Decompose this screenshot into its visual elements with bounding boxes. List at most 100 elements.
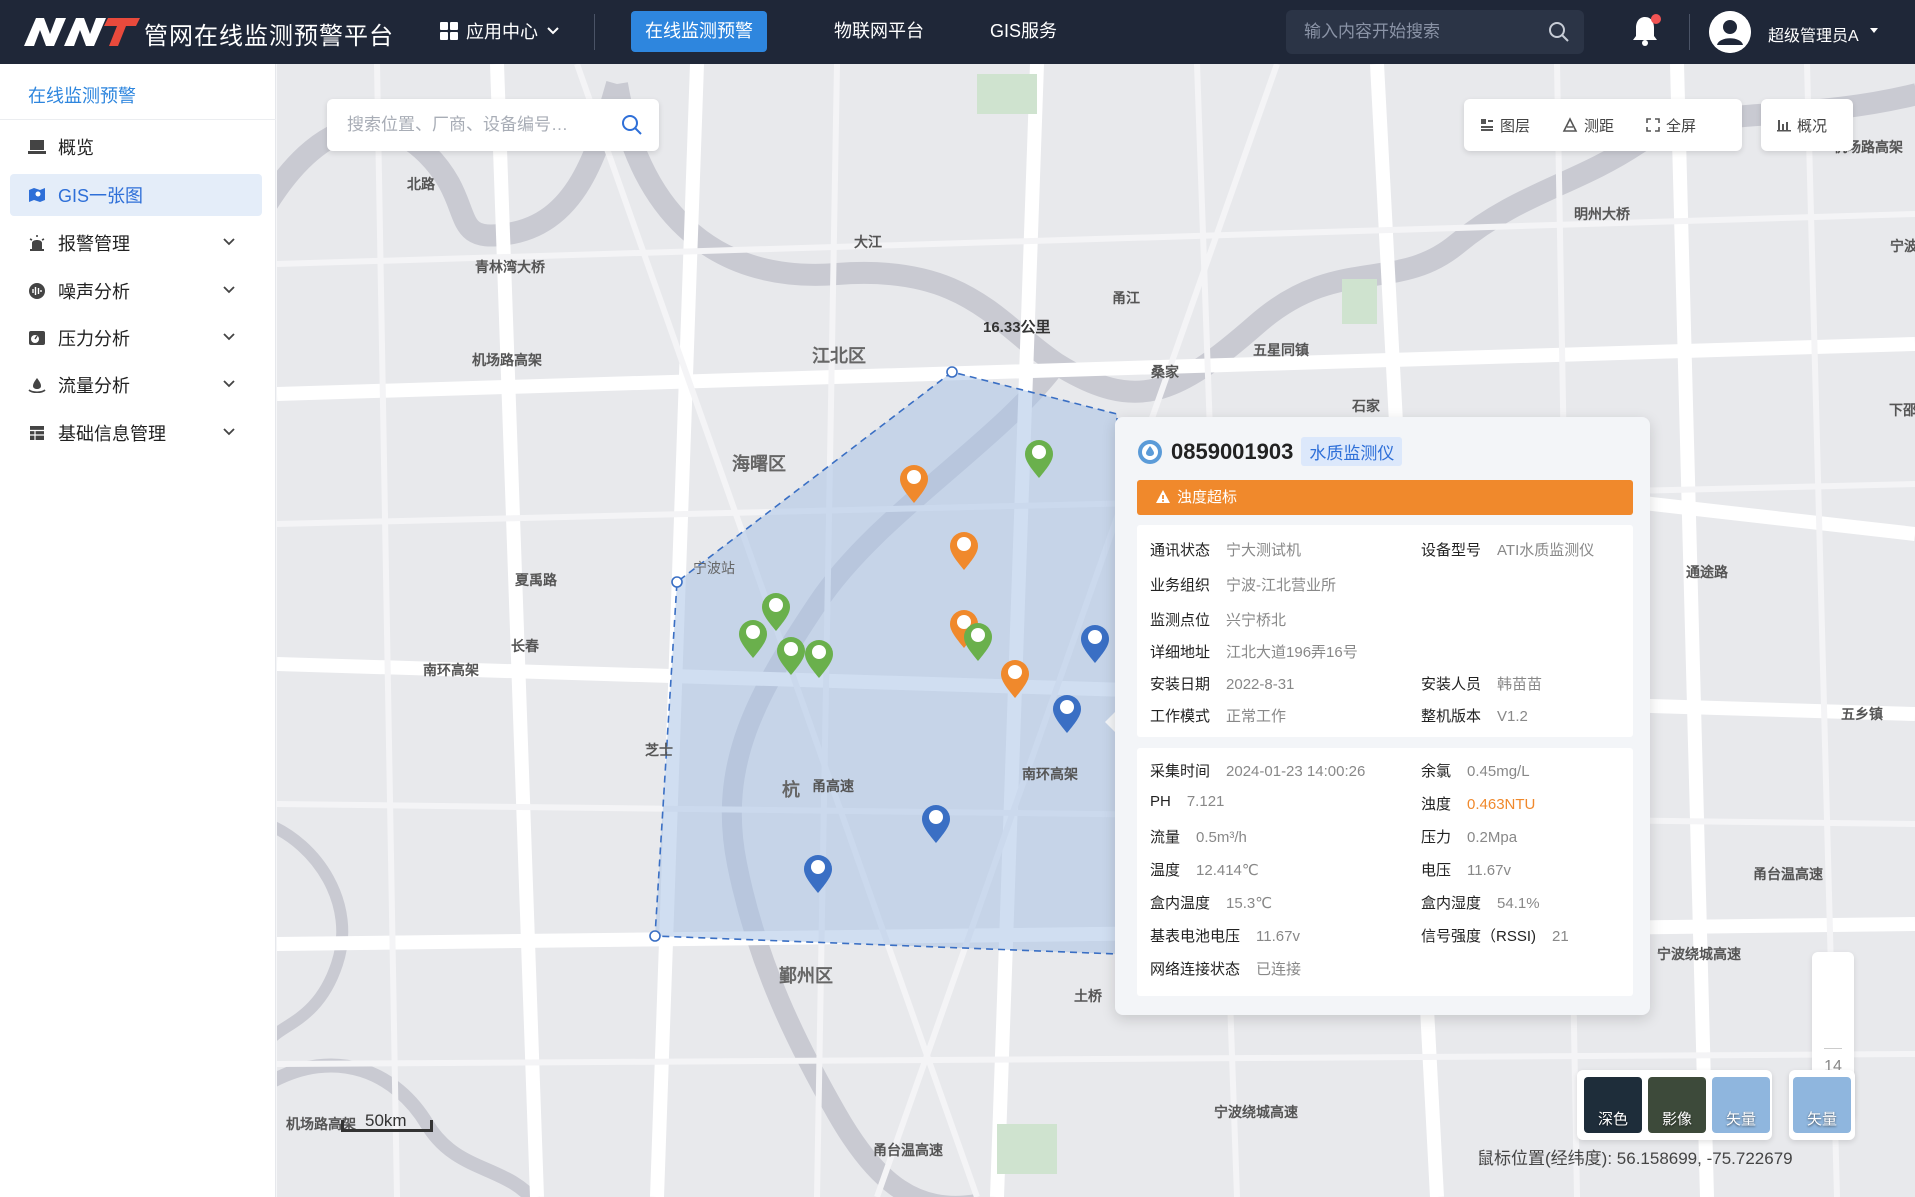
marker-green[interactable]: [1025, 440, 1053, 478]
map-search: [327, 99, 659, 151]
zoom-in-button[interactable]: [1824, 1048, 1842, 1049]
overview-button[interactable]: 概况: [1761, 99, 1843, 151]
reading-pressure: 压力 0.2Mpa: [1421, 829, 1518, 846]
measure-button[interactable]: 测距: [1546, 99, 1630, 151]
reading-time: 采集时间 2024-01-23 14:00:26: [1150, 763, 1366, 780]
popup-header: 0859001903 水质监测仪: [1137, 437, 1403, 466]
avatar[interactable]: [1709, 11, 1751, 53]
alarm-text: 浊度超标: [1177, 489, 1238, 506]
global-search: [1286, 10, 1584, 54]
marker-green[interactable]: [739, 620, 767, 658]
layers-label: 图层: [1500, 117, 1531, 135]
reading-turbidity: 浊度 0.463NTU: [1421, 796, 1536, 813]
marker-blue[interactable]: [1053, 695, 1081, 733]
reading-box-temperature: 盒内温度 15.3℃: [1150, 895, 1273, 912]
chevron-down-icon: [223, 286, 235, 294]
reading-voltage: 电压 11.67v: [1421, 862, 1511, 879]
search-icon[interactable]: [1548, 21, 1570, 43]
reading-network-status: 网络连接状态 已连接: [1150, 961, 1302, 978]
sidebar-item-pressure[interactable]: 压力分析: [10, 317, 262, 359]
search-icon[interactable]: [621, 114, 643, 136]
coords-value: 56.158699, -75.722679: [1616, 1149, 1793, 1168]
flow-icon: [28, 376, 46, 394]
reading-signal-strength: 信号强度（RSSI) 21: [1421, 928, 1569, 945]
map-canvas[interactable]: 16.33公里 青林湾大桥 机场路高架 江北区 海曙区 宁波站 夏禹路 长春 南…: [277, 64, 1915, 1197]
basemap-switcher: 深色 影像 矢量: [1577, 1070, 1772, 1140]
notification-badge: [1651, 14, 1661, 24]
marker-green[interactable]: [964, 623, 992, 661]
reading-battery-voltage: 基表电池电压 11.67v: [1150, 928, 1300, 945]
device-info-card: 通讯状态 宁大测试机 设备型号 ATI水质监测仪 业务组织 宁波-江北营业所 监测点位…: [1137, 525, 1633, 737]
tab-gis-service[interactable]: GIS服务: [976, 11, 1071, 52]
scale-bar: [341, 1120, 433, 1132]
sidebar-item-overview[interactable]: 概览: [10, 126, 262, 168]
info-monitor-point: 监测点位 兴宁桥北: [1150, 612, 1287, 629]
info-comm-status: 通讯状态 宁大测试机: [1150, 542, 1302, 559]
sidebar-item-basic-info[interactable]: 基础信息管理: [10, 412, 262, 454]
marker-blue[interactable]: [804, 855, 832, 893]
layers-button[interactable]: 图层: [1464, 99, 1546, 151]
marker-orange[interactable]: [950, 532, 978, 570]
basemap-active[interactable]: 矢量: [1793, 1077, 1851, 1133]
sidebar-item-label: 概览: [58, 138, 94, 158]
water-quality-icon: [1138, 439, 1162, 464]
user-name[interactable]: 超级管理员A: [1768, 22, 1859, 46]
marker-green[interactable]: [762, 593, 790, 631]
reading-ph: PH 7.121: [1150, 793, 1225, 810]
sidebar-item-label: 压力分析: [58, 329, 130, 349]
divider: [1689, 14, 1690, 50]
marker-green[interactable]: [805, 640, 833, 678]
info-work-mode: 工作模式 正常工作: [1150, 708, 1287, 725]
marker-orange[interactable]: [900, 465, 928, 503]
chevron-down-icon: [547, 27, 559, 35]
map-search-input[interactable]: [347, 99, 607, 151]
basemap-label: 矢量: [1806, 1111, 1837, 1128]
sidebar-item-alarm[interactable]: 报警管理: [10, 222, 262, 264]
device-info-popup: 0859001903 水质监测仪 浊度超标 通讯状态 宁大测试机 设备型号 ATI水…: [1115, 417, 1650, 1015]
overview-toolbar: 概况: [1761, 99, 1853, 151]
readings-card: 采集时间 2024-01-23 14:00:26 余氯 0.45mg/L PH 7.1…: [1137, 748, 1633, 996]
monitor-icon: [28, 138, 46, 156]
app-center-label: 应用中心: [466, 22, 538, 42]
table-icon: [28, 424, 46, 442]
marker-blue[interactable]: [922, 805, 950, 843]
chevron-down-icon: [223, 238, 235, 246]
info-address: 详细地址 江北大道196弄16号: [1150, 644, 1358, 661]
marker-orange[interactable]: [1001, 660, 1029, 698]
sidebar-item-gis-map[interactable]: GIS一张图: [10, 174, 262, 216]
basemap-label: 影像: [1661, 1111, 1692, 1128]
basemap-label: 矢量: [1725, 1111, 1756, 1128]
sidebar-item-label: 流量分析: [58, 376, 130, 396]
info-device-model: 设备型号 ATI水质监测仪: [1421, 542, 1595, 559]
global-search-input[interactable]: [1304, 10, 1524, 54]
caret-down-icon[interactable]: [1868, 24, 1880, 36]
info-firmware: 整机版本 V1.2: [1421, 708, 1528, 725]
apps-grid-icon: [440, 22, 458, 40]
fullscreen-icon: [1646, 118, 1660, 132]
chevron-down-icon: [223, 380, 235, 388]
tab-iot-platform[interactable]: 物联网平台: [820, 11, 938, 52]
overview-label: 概况: [1797, 117, 1828, 135]
basemap-current: 矢量: [1789, 1070, 1855, 1140]
top-bar: 管网在线监测预警平台 应用中心 在线监测预警 物联网平台 GIS服务 超级管理员…: [0, 0, 1915, 64]
basemap-satellite[interactable]: 影像: [1648, 1077, 1706, 1133]
marker-blue[interactable]: [1081, 625, 1109, 663]
basemap-label: 深色: [1597, 1111, 1628, 1128]
device-id: 0859001903: [1171, 438, 1294, 464]
sidebar-item-flow[interactable]: 流量分析: [10, 364, 262, 406]
sidebar-item-noise[interactable]: 噪声分析: [10, 270, 262, 312]
alarm-icon: [28, 234, 46, 252]
basemap-dark[interactable]: 深色: [1584, 1077, 1642, 1133]
sidebar-item-label: GIS一张图: [58, 186, 144, 206]
sidebar-title: 在线监测预警: [28, 86, 136, 106]
divider: [0, 119, 276, 120]
info-installer: 安装人员 韩苗苗: [1421, 676, 1543, 693]
basemap-vector[interactable]: 矢量: [1712, 1077, 1770, 1133]
device-type-badge: 水质监测仪: [1301, 437, 1403, 466]
app-center-menu[interactable]: 应用中心: [440, 18, 560, 44]
layers-icon: [1481, 119, 1493, 131]
app-title: 管网在线监测预警平台: [144, 23, 394, 50]
tab-online-monitoring[interactable]: 在线监测预警: [631, 11, 767, 52]
fullscreen-button[interactable]: 全屏: [1630, 99, 1712, 151]
marker-green[interactable]: [777, 637, 805, 675]
